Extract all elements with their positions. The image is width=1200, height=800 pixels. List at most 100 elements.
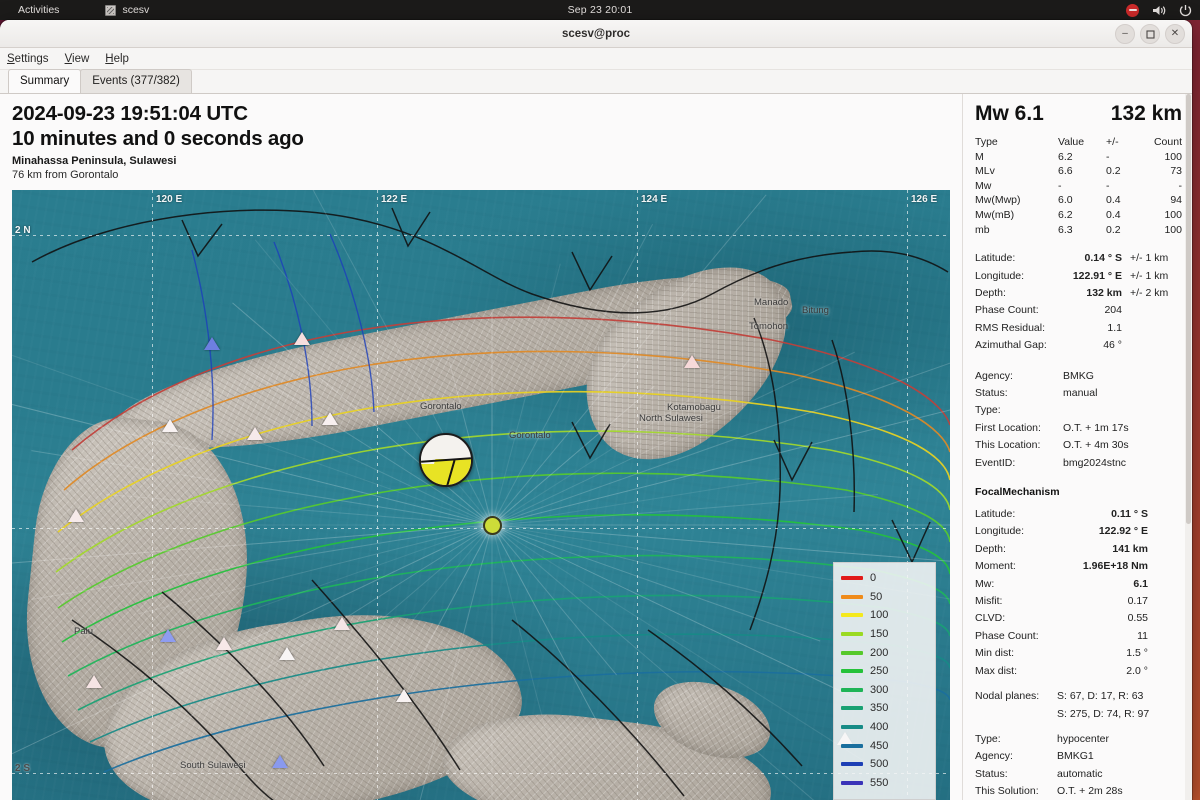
focal-mechanism-row: Mw:6.1: [975, 576, 1182, 593]
focal-mechanism-value: 0.55: [1055, 610, 1182, 627]
map-lon-label: 126 E: [911, 194, 937, 205]
tab-summary[interactable]: Summary: [8, 69, 81, 93]
focal-mechanism-row: CLVD:0.55: [975, 610, 1182, 627]
location-key: Longitude:: [975, 268, 1063, 285]
depth-legend-value: 300: [870, 684, 888, 696]
headline-magnitude: Mw 6.1: [975, 102, 1044, 126]
tab-events[interactable]: Events (377/382): [80, 69, 192, 93]
magnitude-row: MLv6.60.273: [975, 164, 1182, 179]
graticule-lon-120: [152, 190, 153, 800]
nodal-plane-value: S: 275, D: 74, R: 97: [1055, 706, 1182, 723]
magnitude-row: M6.2-100: [975, 150, 1182, 165]
maximize-icon: [1146, 30, 1155, 39]
activities-button[interactable]: Activities: [9, 4, 68, 16]
location-row: RMS Residual:1.1: [975, 320, 1182, 337]
map-place-label: Gorontalo: [420, 401, 462, 412]
graticule-lat-0: [12, 528, 950, 529]
focal-mechanism-key: Max dist:: [975, 663, 1055, 680]
event-header: 2024-09-23 19:51:04 UTC 10 minutes and 0…: [0, 94, 962, 187]
event-distance: 76 km from Gorontalo: [12, 169, 962, 181]
depth-legend-row: 100: [841, 606, 928, 625]
origin-meta-row: Type:: [975, 402, 1182, 419]
origin-meta-key: Status:: [975, 385, 1063, 402]
origin-meta-key: This Location:: [975, 437, 1063, 454]
event-detail-panel[interactable]: Mw 6.1 132 km Type Value +/- Count M6.2-…: [962, 94, 1192, 800]
close-button[interactable]: ✕: [1165, 24, 1185, 44]
app-indicator[interactable]: scesv: [96, 4, 158, 16]
location-value: 204: [1063, 302, 1126, 319]
nodal-plane-row: Nodal planes:S: 67, D: 17, R: 63: [975, 688, 1182, 705]
focal-mechanism-beachball[interactable]: [419, 433, 473, 487]
focal-mechanism-value: 1.5 °: [1055, 645, 1182, 662]
station-marker[interactable]: [294, 332, 310, 345]
focal-mechanism-row: Max dist:2.0 °: [975, 663, 1182, 680]
map-place-label: Gorontalo: [509, 430, 551, 441]
station-marker[interactable]: [334, 617, 350, 630]
graticule-lon-122: [377, 190, 378, 800]
station-marker[interactable]: [322, 412, 338, 425]
menu-help[interactable]: Help: [105, 53, 129, 65]
depth-legend-value: 0: [870, 572, 876, 584]
menu-view[interactable]: View: [65, 53, 90, 65]
location-row: Phase Count:204: [975, 302, 1182, 319]
station-marker[interactable]: [204, 337, 220, 350]
power-icon[interactable]: [1179, 4, 1192, 17]
do-not-disturb-icon[interactable]: [1126, 4, 1139, 17]
magnitude-cell-count: 73: [1132, 164, 1182, 179]
depth-legend-value: 50: [870, 591, 882, 603]
station-marker[interactable]: [160, 629, 176, 642]
depth-legend-row: 250: [841, 662, 928, 681]
station-marker[interactable]: [272, 755, 288, 768]
depth-legend-row: 350: [841, 699, 928, 718]
nodal-planes-label: [975, 706, 1055, 723]
headline-depth: 132 km: [1111, 102, 1182, 126]
scesv-app-icon: [105, 5, 116, 16]
location-row: Longitude:122.91 ° E+/- 1 km: [975, 268, 1182, 285]
menu-settings[interactable]: Settings: [7, 53, 49, 65]
map-lon-label: 120 E: [156, 194, 182, 205]
focal-mechanism-value: 122.92 ° E: [1055, 523, 1182, 540]
event-map[interactable]: 120 E 122 E 124 E 126 E 2 N 2 S Manado B…: [12, 190, 950, 800]
station-marker[interactable]: [86, 675, 102, 688]
origin-meta-row: First Location:O.T. + 1m 17s: [975, 420, 1182, 437]
system-clock[interactable]: Sep 23 20:01: [0, 4, 1200, 16]
station-marker[interactable]: [396, 689, 412, 702]
panel-scrollbar[interactable]: [1185, 94, 1192, 800]
graticule-lon-124: [637, 190, 638, 800]
epicenter-marker[interactable]: [483, 516, 502, 535]
focal-mechanism-row: Min dist:1.5 °: [975, 645, 1182, 662]
window-titlebar[interactable]: scesv@proc – ✕: [0, 20, 1192, 48]
location-value: 0.14 ° S: [1063, 250, 1126, 267]
app-indicator-label: scesv: [122, 4, 149, 16]
col-count: Count: [1132, 135, 1182, 150]
volume-icon[interactable]: [1152, 4, 1166, 17]
station-marker[interactable]: [216, 637, 232, 650]
event-origin-time: 2024-09-23 19:51:04 UTC: [12, 101, 962, 126]
focal-mechanism-value: 141 km: [1055, 541, 1182, 558]
focal-mechanism-row: Misfit:0.17: [975, 593, 1182, 610]
magnitude-cell-type: M: [975, 150, 1056, 165]
station-marker[interactable]: [68, 509, 84, 522]
focal-mechanism-value: 0.11 ° S: [1055, 506, 1182, 523]
station-marker[interactable]: [279, 647, 295, 660]
maximize-button[interactable]: [1140, 24, 1160, 44]
magnitude-table: Type Value +/- Count M6.2-100MLv6.60.273…: [975, 135, 1182, 237]
map-place-label: Palu: [74, 626, 93, 637]
depth-legend-value: 150: [870, 628, 888, 640]
col-type: Type: [975, 135, 1056, 150]
focal-mechanism-key: Moment:: [975, 558, 1055, 575]
panel-scrollbar-thumb[interactable]: [1186, 94, 1191, 524]
map-lon-label: 122 E: [381, 194, 407, 205]
magnitude-cell-type: Mw(Mwp): [975, 193, 1056, 208]
minimize-button[interactable]: –: [1115, 24, 1135, 44]
depth-legend-row: 550: [841, 773, 928, 792]
station-marker[interactable]: [684, 355, 700, 368]
station-marker[interactable]: [162, 419, 178, 432]
magnitude-row: Mw(Mwp)6.00.494: [975, 193, 1182, 208]
station-marker[interactable]: [247, 427, 263, 440]
location-value: 1.1: [1063, 320, 1126, 337]
depth-legend-row: 200: [841, 643, 928, 662]
magnitude-cell-value: 6.3: [1056, 223, 1106, 238]
focal-mechanism-value: 1.96E+18 Nm: [1055, 558, 1182, 575]
depth-legend: 050100150200250300350400450500550: [833, 562, 936, 800]
